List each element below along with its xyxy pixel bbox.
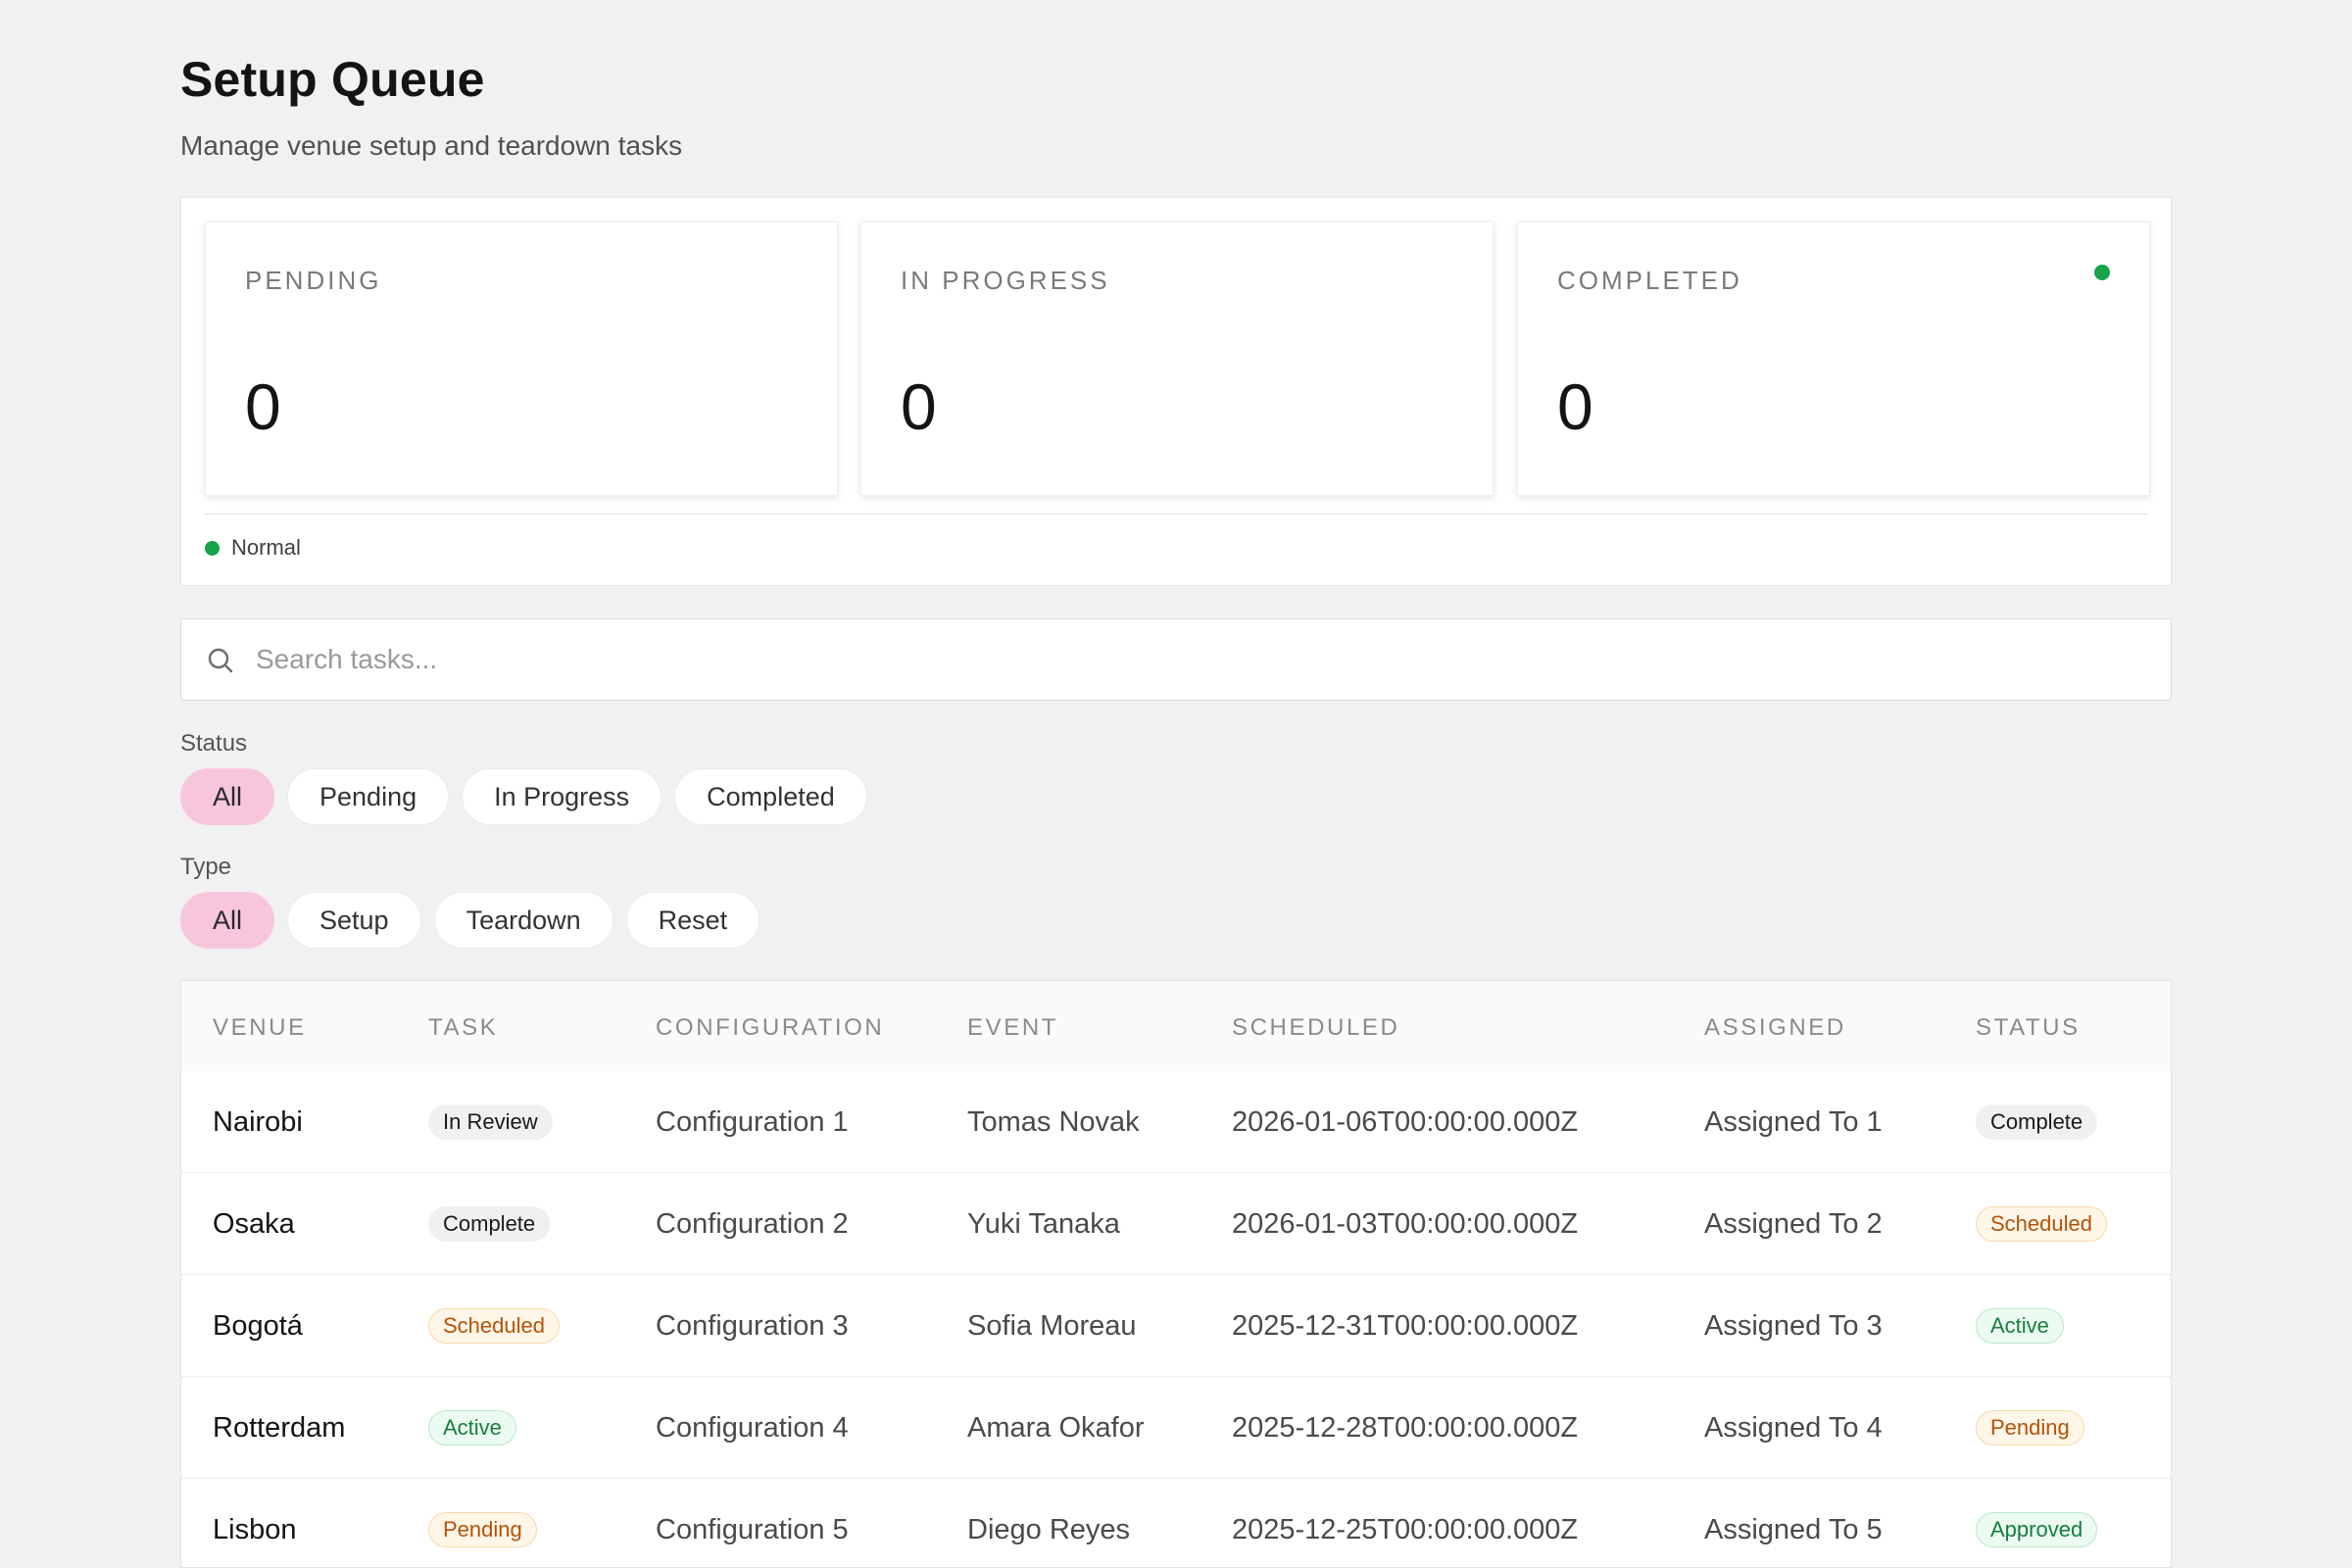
task-badge: In Review (428, 1104, 553, 1140)
tasks-table: VENUE TASK CONFIGURATION EVENT SCHEDULED… (180, 980, 2172, 1568)
task-cell: Complete (428, 1173, 551, 1275)
column-header-configuration[interactable]: CONFIGURATION (656, 1014, 884, 1042)
task-badge: Complete (428, 1206, 551, 1242)
health-label: Normal (231, 535, 301, 560)
type-filter-label: Type (180, 854, 232, 880)
column-header-task[interactable]: TASK (428, 1014, 498, 1042)
status-badge: Scheduled (1976, 1206, 2107, 1242)
page-title: Setup Queue (180, 52, 485, 107)
venue-cell: Lisbon (213, 1513, 297, 1545)
type-filter-all[interactable]: All (180, 892, 275, 949)
status-cell: Scheduled (1976, 1173, 2107, 1275)
task-badge: Scheduled (428, 1308, 560, 1344)
configuration-cell: Configuration 4 (656, 1411, 849, 1444)
event-cell: Yuki Tanaka (967, 1207, 1120, 1240)
status-cell: Active (1976, 1275, 2064, 1377)
configuration-cell: Configuration 5 (656, 1513, 849, 1545)
stat-card-pending: PENDING 0 (205, 221, 838, 496)
assigned-cell: Assigned To 2 (1704, 1207, 1883, 1240)
health-dot-icon (205, 540, 220, 556)
status-badge: Pending (1976, 1410, 2084, 1446)
table-row[interactable]: Bogotá Scheduled Configuration 3 Sofia M… (181, 1275, 2171, 1377)
table-header: VENUE TASK CONFIGURATION EVENT SCHEDULED… (181, 981, 2171, 1071)
search-box (180, 618, 2172, 701)
search-input[interactable] (256, 619, 2147, 700)
status-filter-group: All Pending In Progress Completed (180, 768, 867, 825)
type-filter-teardown[interactable]: Teardown (433, 892, 613, 949)
assigned-cell: Assigned To 1 (1704, 1105, 1883, 1138)
status-filter-pending[interactable]: Pending (287, 768, 450, 825)
scheduled-cell: 2025-12-28T00:00:00.000Z (1232, 1411, 1579, 1444)
page-subtitle: Manage venue setup and teardown tasks (180, 130, 683, 161)
task-badge: Active (428, 1410, 516, 1446)
venue-cell: Bogotá (213, 1309, 303, 1342)
task-badge: Pending (428, 1512, 537, 1547)
configuration-cell: Configuration 3 (656, 1309, 849, 1342)
stat-label: IN PROGRESS (901, 266, 1110, 295)
status-filter-label: Status (180, 730, 248, 757)
column-header-event[interactable]: EVENT (967, 1014, 1058, 1042)
event-cell: Amara Okafor (967, 1411, 1145, 1444)
venue-cell: Nairobi (213, 1105, 303, 1138)
task-cell: Active (428, 1377, 516, 1479)
event-cell: Sofia Moreau (967, 1309, 1137, 1342)
status-cell: Pending (1976, 1377, 2084, 1479)
stat-value: 0 (245, 370, 281, 443)
venue-cell: Rotterdam (213, 1411, 346, 1444)
type-filter-setup[interactable]: Setup (287, 892, 421, 949)
stat-value: 0 (1557, 370, 1593, 443)
status-badge: Complete (1976, 1104, 2098, 1140)
assigned-cell: Assigned To 4 (1704, 1411, 1883, 1444)
stat-value: 0 (901, 370, 937, 443)
stat-card-in-progress: IN PROGRESS 0 (860, 221, 1494, 496)
table-row[interactable]: Lisbon Pending Configuration 5 Diego Rey… (181, 1479, 2171, 1567)
task-cell: Scheduled (428, 1275, 560, 1377)
event-cell: Diego Reyes (967, 1513, 1131, 1545)
task-cell: Pending (428, 1479, 537, 1567)
scheduled-cell: 2026-01-06T00:00:00.000Z (1232, 1105, 1579, 1138)
column-header-assigned[interactable]: ASSIGNED (1704, 1014, 1846, 1042)
task-cell: In Review (428, 1071, 553, 1173)
scheduled-cell: 2025-12-25T00:00:00.000Z (1232, 1513, 1579, 1545)
health-indicator: Normal (205, 535, 301, 561)
assigned-cell: Assigned To 3 (1704, 1309, 1883, 1342)
status-cell: Approved (1976, 1479, 2098, 1567)
configuration-cell: Configuration 1 (656, 1105, 849, 1138)
table-row[interactable]: Osaka Complete Configuration 2 Yuki Tana… (181, 1173, 2171, 1275)
column-header-scheduled[interactable]: SCHEDULED (1232, 1014, 1399, 1042)
stats-panel: PENDING 0 IN PROGRESS 0 COMPLETED 0 Norm… (180, 197, 2172, 586)
stat-card-completed: COMPLETED 0 (1517, 221, 2150, 496)
status-badge: Approved (1976, 1512, 2098, 1547)
configuration-cell: Configuration 2 (656, 1207, 849, 1240)
scheduled-cell: 2025-12-31T00:00:00.000Z (1232, 1309, 1579, 1342)
status-cell: Complete (1976, 1071, 2098, 1173)
status-filter-all[interactable]: All (180, 768, 275, 825)
type-filter-group: All Setup Teardown Reset (180, 892, 760, 949)
status-badge: Active (1976, 1308, 2064, 1344)
stat-label: PENDING (245, 266, 382, 295)
venue-cell: Osaka (213, 1207, 295, 1240)
status-filter-in-progress[interactable]: In Progress (462, 768, 662, 825)
search-icon (208, 648, 233, 673)
stat-label: COMPLETED (1557, 266, 1742, 295)
column-header-venue[interactable]: VENUE (213, 1014, 307, 1042)
type-filter-reset[interactable]: Reset (625, 892, 760, 949)
status-filter-completed[interactable]: Completed (674, 768, 867, 825)
scheduled-cell: 2026-01-03T00:00:00.000Z (1232, 1207, 1579, 1240)
table-row[interactable]: Nairobi In Review Configuration 1 Tomas … (181, 1071, 2171, 1173)
column-header-status[interactable]: STATUS (1976, 1014, 2081, 1042)
event-cell: Tomas Novak (967, 1105, 1140, 1138)
assigned-cell: Assigned To 5 (1704, 1513, 1883, 1545)
status-dot-icon (2094, 265, 2110, 280)
table-row[interactable]: Rotterdam Active Configuration 4 Amara O… (181, 1377, 2171, 1479)
